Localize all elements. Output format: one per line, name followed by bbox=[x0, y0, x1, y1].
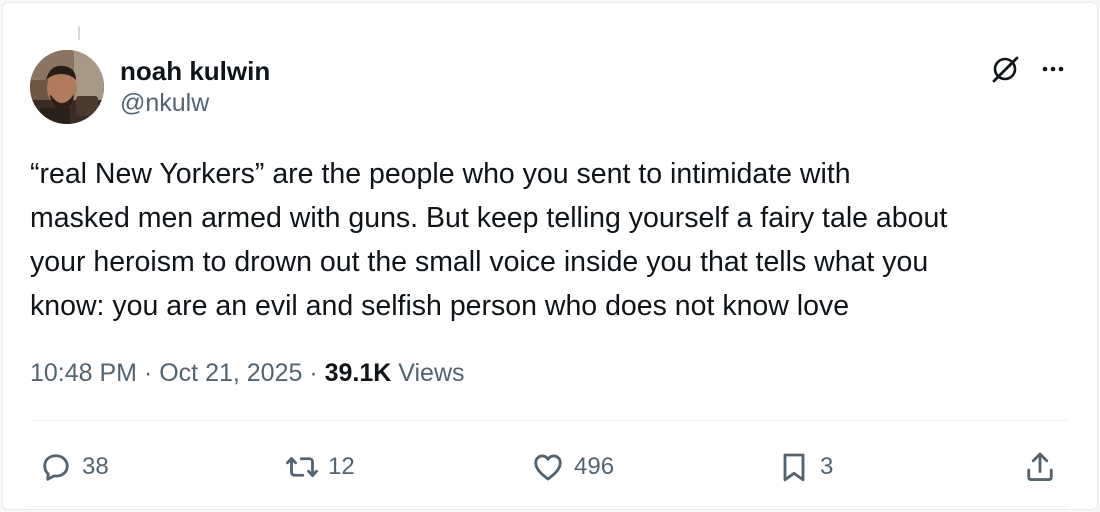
meta-separator: · bbox=[302, 359, 325, 387]
author-display-name[interactable]: noah kulwin bbox=[120, 56, 270, 86]
share-button[interactable] bbox=[1022, 444, 1058, 490]
more-options-button[interactable] bbox=[1038, 54, 1068, 84]
tweet-date[interactable]: Oct 21, 2025 bbox=[159, 359, 302, 387]
bookmark-button[interactable]: 3 bbox=[776, 444, 833, 490]
header-actions bbox=[990, 54, 1068, 84]
bookmark-count: 3 bbox=[820, 453, 834, 480]
grok-button[interactable] bbox=[990, 54, 1020, 84]
divider bbox=[30, 420, 1068, 421]
author-identity: noah kulwin @nkulw bbox=[120, 56, 270, 118]
tweet-text: “real New Yorkers” are the people who yo… bbox=[30, 158, 948, 322]
grok-icon bbox=[992, 56, 1019, 83]
like-count: 496 bbox=[574, 453, 615, 480]
tweet-meta: 10:48 PM · Oct 21, 2025 · 39.1K Views bbox=[30, 356, 465, 390]
share-icon bbox=[1027, 452, 1053, 482]
bottom-divider bbox=[30, 506, 1068, 507]
like-button[interactable]: 496 bbox=[530, 444, 614, 490]
bookmark-icon bbox=[783, 453, 805, 482]
views-label[interactable]: Views bbox=[398, 359, 464, 387]
repost-icon bbox=[286, 457, 318, 477]
tweet-header: noah kulwin @nkulw bbox=[30, 48, 1070, 128]
heart-icon bbox=[534, 454, 562, 481]
author-handle[interactable]: @nkulw bbox=[120, 88, 270, 118]
repost-button[interactable]: 12 bbox=[284, 444, 355, 490]
profile-photo-icon bbox=[30, 50, 104, 124]
more-dots-icon bbox=[1042, 66, 1064, 72]
reply-icon bbox=[43, 454, 69, 481]
thread-connector-line bbox=[78, 26, 80, 40]
tweet-time[interactable]: 10:48 PM bbox=[30, 359, 137, 387]
repost-count: 12 bbox=[328, 453, 355, 480]
reply-button[interactable]: 38 bbox=[38, 444, 109, 490]
views-count[interactable]: 39.1K bbox=[325, 359, 392, 387]
action-bar: 38 12 496 3 bbox=[30, 444, 1068, 490]
meta-separator: · bbox=[137, 359, 160, 387]
reply-count: 38 bbox=[82, 453, 109, 480]
avatar[interactable] bbox=[30, 50, 104, 124]
